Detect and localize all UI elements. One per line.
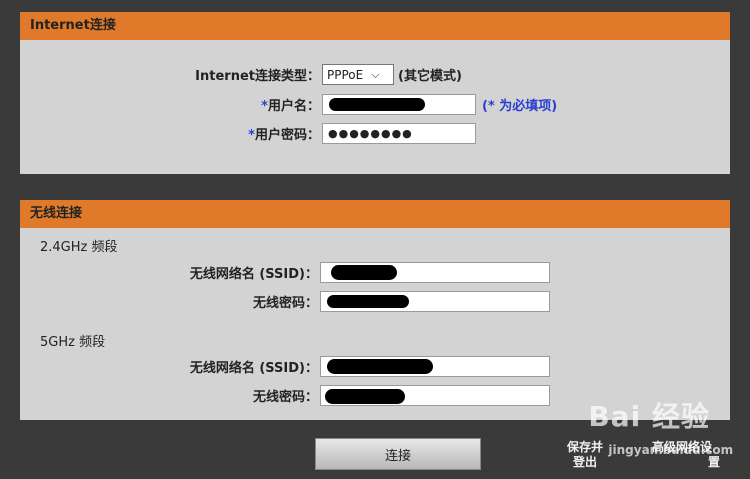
- username-row: *用户名： (* 为必填项): [180, 94, 557, 115]
- conn-type-select[interactable]: PPPoE ⌵: [322, 64, 394, 85]
- required-star: *: [248, 128, 255, 143]
- ssid-5-field[interactable]: [320, 356, 550, 377]
- wifi-pass-24-label: 无线密码：: [252, 296, 318, 311]
- conn-type-mode: (其它模式): [398, 69, 462, 84]
- wifi-pass-24-field[interactable]: [320, 291, 550, 312]
- wifi-pass-24-row: 无线密码：: [150, 291, 550, 312]
- username-field[interactable]: [322, 94, 476, 115]
- password-dots: ●●●●●●●●: [328, 127, 413, 140]
- redacted-username: [329, 98, 425, 111]
- internet-panel-header: Internet连接: [20, 12, 730, 40]
- required-star: *: [261, 99, 268, 114]
- conn-type-label: Internet连接类型：: [195, 69, 320, 84]
- wireless-panel-header: 无线连接: [20, 200, 730, 228]
- ssid-24-field[interactable]: [320, 262, 550, 283]
- ssid-5-row: 无线网络名 (SSID)：: [150, 356, 550, 377]
- advanced-line2: 置: [707, 455, 720, 469]
- redacted-ssid-5: [327, 359, 433, 374]
- internet-panel: Internet连接: [20, 12, 730, 174]
- connect-button[interactable]: 连接: [315, 438, 481, 470]
- wifi-pass-5-row: 无线密码：: [150, 385, 550, 406]
- chevron-down-icon: ⌵: [371, 67, 380, 81]
- required-hint: (* 为必填项): [482, 99, 558, 114]
- conn-type-value: PPPoE: [327, 67, 364, 82]
- redacted-wifi-pass-5: [325, 389, 405, 404]
- watermark-url: jingyan.baidu.com: [608, 443, 734, 457]
- username-label-wrap: *用户名：: [180, 95, 320, 114]
- redacted-ssid-24: [331, 265, 397, 280]
- ssid-5-label: 无线网络名 (SSID)：: [189, 361, 318, 376]
- save-logout-line2: 登出: [572, 455, 597, 469]
- password-label-wrap: *用户密码：: [180, 124, 320, 143]
- ssid-24-label: 无线网络名 (SSID)：: [189, 267, 318, 282]
- password-label: 用户密码：: [254, 128, 320, 143]
- username-label: 用户名：: [267, 99, 320, 114]
- password-row: *用户密码： ●●●●●●●●: [180, 123, 476, 144]
- baidu-watermark: Bai 经验 jingyan.baidu.com: [588, 395, 733, 457]
- band-24-label: 2.4GHz 频段: [40, 240, 118, 255]
- band-5-label: 5GHz 频段: [40, 335, 106, 350]
- password-field[interactable]: ●●●●●●●●: [322, 123, 476, 144]
- wifi-pass-5-field[interactable]: [320, 385, 550, 406]
- wifi-pass-5-label: 无线密码：: [252, 390, 318, 405]
- redacted-wifi-pass-24: [327, 295, 409, 308]
- watermark-logo: Bai 经验: [588, 400, 710, 433]
- save-logout-button[interactable]: 保存并 登出: [560, 440, 610, 470]
- conn-type-row: Internet连接类型： PPPoE ⌵ (其它模式): [180, 64, 462, 85]
- ssid-24-row: 无线网络名 (SSID)：: [150, 262, 550, 283]
- save-logout-line1: 保存并: [566, 440, 603, 454]
